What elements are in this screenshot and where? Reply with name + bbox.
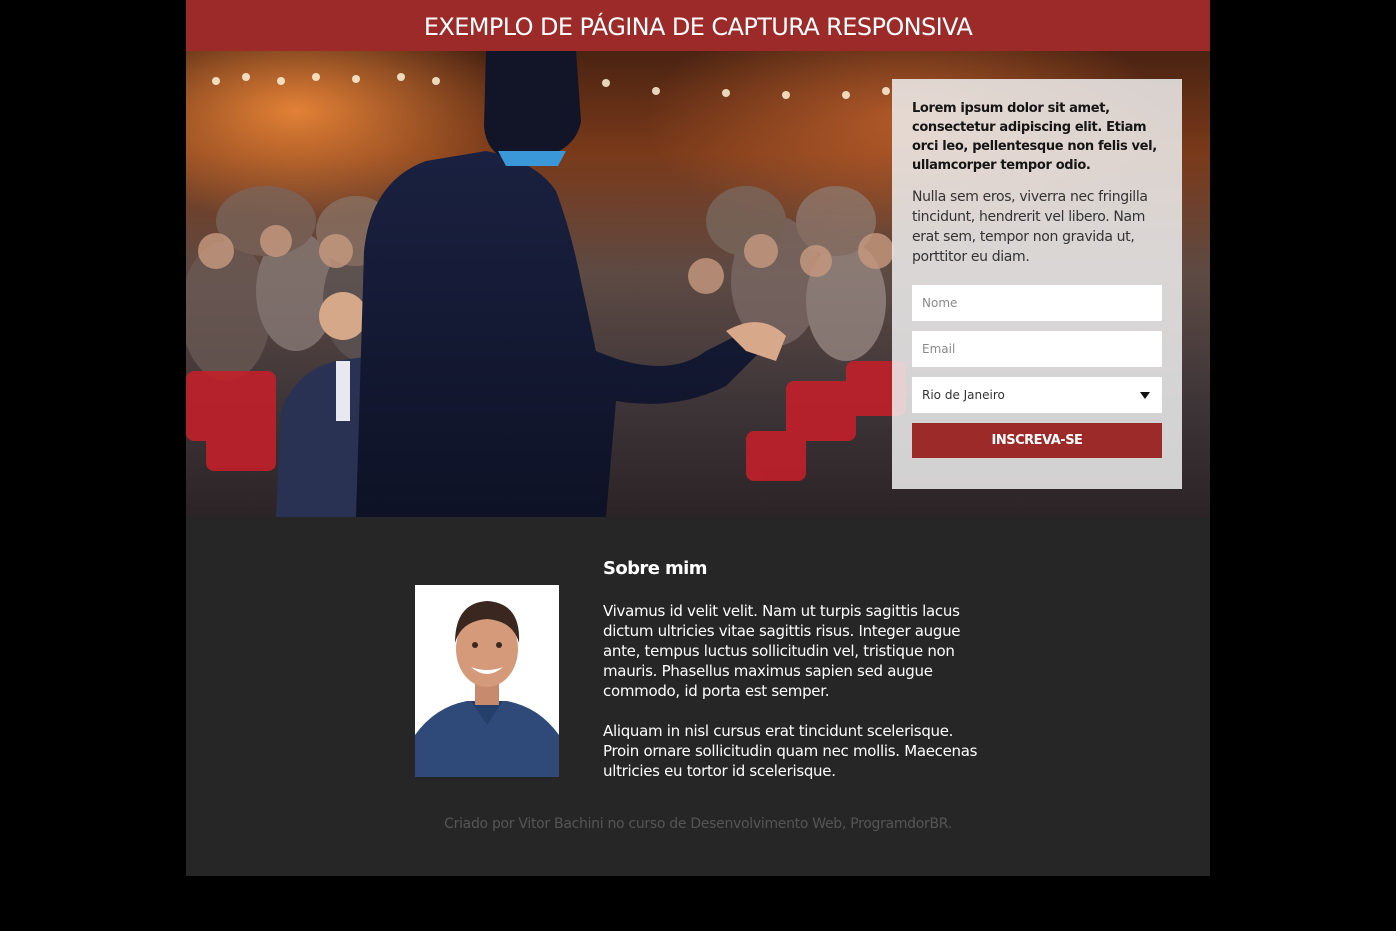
landing-page: EXEMPLO DE PÁGINA DE CAPTURA RESPONSIVA	[186, 0, 1210, 876]
email-input-placeholder: Email	[922, 342, 956, 356]
city-select[interactable]: Rio de Janeiro	[912, 377, 1162, 413]
subscribe-button[interactable]: INSCREVA-SE	[912, 423, 1162, 458]
signup-form-card: Lorem ipsum dolor sit amet, consectetur …	[892, 79, 1182, 489]
about-text: Vivamus id velit velit. Nam ut turpis sa…	[603, 601, 983, 801]
chevron-down-icon	[1140, 392, 1150, 399]
email-input[interactable]: Email	[912, 331, 1162, 367]
about-paragraph-2: Aliquam in nisl cursus erat tincidunt sc…	[603, 722, 978, 780]
hero-banner: Lorem ipsum dolor sit amet, consectetur …	[186, 51, 1210, 517]
form-description: Nulla sem eros, viverra nec fringilla ti…	[912, 189, 1148, 265]
about-paragraph-1: Vivamus id velit velit. Nam ut turpis sa…	[603, 602, 961, 700]
form-lead-text: Lorem ipsum dolor sit amet, consectetur …	[912, 101, 1157, 173]
profile-photo	[415, 585, 559, 777]
name-input[interactable]: Nome	[912, 285, 1162, 321]
about-title: Sobre mim	[603, 558, 707, 579]
page-title: EXEMPLO DE PÁGINA DE CAPTURA RESPONSIVA	[423, 12, 973, 41]
city-select-value: Rio de Janeiro	[922, 388, 1005, 402]
header-bar: EXEMPLO DE PÁGINA DE CAPTURA RESPONSIVA	[186, 0, 1210, 51]
name-input-placeholder: Nome	[922, 296, 958, 310]
footer-credit: Criado por Vitor Bachini no curso de Des…	[444, 816, 952, 832]
